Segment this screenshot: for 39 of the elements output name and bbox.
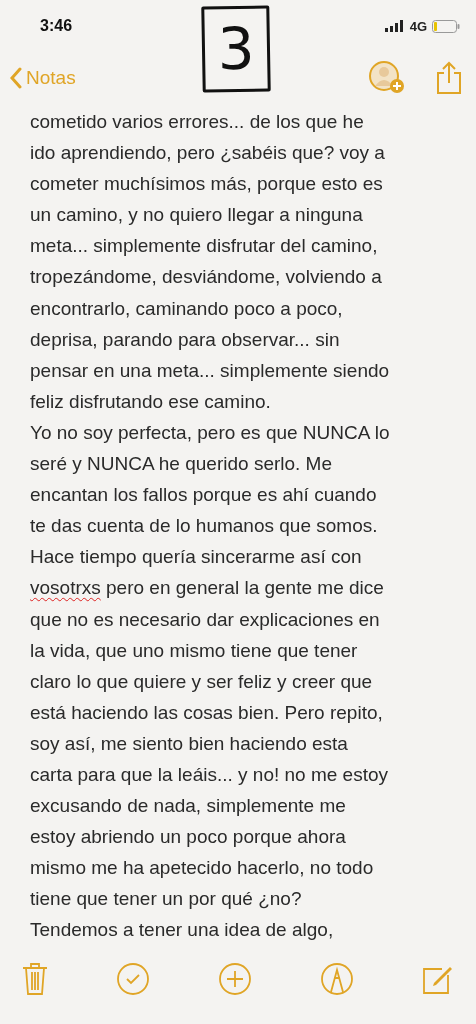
chevron-left-icon (10, 67, 22, 89)
note-text-line: cometer muchísimos más, porque esto es (30, 172, 384, 197)
note-text-line: seré y NUNCA he querido serlo. Me (30, 452, 333, 477)
note-text-line: encantan los fallos porque es ahí cuando (30, 483, 378, 508)
note-text-line: está haciendo las cosas bien. Pero repito, (30, 700, 384, 725)
note-text-line: carta para que la leáis... y no! no me estoy (30, 762, 390, 787)
trash-button[interactable] (22, 962, 48, 996)
note-text-line: deprisa, parando para observar... sin (30, 327, 341, 352)
note-text-line: feliz disfrutando ese camino. (30, 389, 272, 414)
note-text-line: tropezándome, desviándome, volviendo a (30, 265, 383, 290)
note-text-line: ido aprendiendo, pero ¿sabéis que? voy a (30, 141, 386, 166)
signal-icon (384, 20, 405, 32)
note-text-line: te das cuenta de lo humanos que somos. (30, 514, 379, 539)
note-text-line: pensar en una meta... simplemente siendo (30, 358, 391, 383)
note-text-line: un camino, y no quiero llegar a ninguna (30, 203, 364, 228)
note-text-line: que no es necesario dar explicaciones en (30, 607, 381, 632)
share-button[interactable] (436, 61, 462, 95)
note-text-line: excusando de nada, simplemente me (30, 794, 347, 819)
note-text-line: Hace tiempo quería sincerarme así con (30, 545, 363, 570)
note-text-line: mismo me ha apetecido hacerlo, no todo (30, 856, 375, 881)
note-text-line: soy así, me siento bien haciendo esta (30, 731, 349, 756)
note-text-line: Tendemos a tener una idea de algo, (30, 918, 335, 943)
note-text-line: vosotrxs pero en general la gente me dice (30, 576, 385, 601)
note-text-line: cometido varios errores... de los que he (30, 110, 365, 134)
add-button[interactable] (218, 962, 252, 996)
note-text-line: la vida, que uno mismo tiene que tener (30, 638, 359, 663)
note-text-line: encontrarlo, caminando poco a poco, (30, 296, 344, 321)
note-text-line: estoy abriendo un poco porque ahora (30, 825, 347, 850)
markup-button[interactable] (320, 962, 354, 996)
status-time: 3:46 (40, 17, 73, 35)
note-text-line: tiene que tener un por qué ¿no? (30, 887, 303, 912)
note-text-line: claro lo que quiere y ser feliz y creer que (30, 669, 374, 694)
back-link[interactable]: Notas (10, 67, 76, 89)
network-label: 4G (409, 18, 427, 34)
sticker-number: 3 (201, 5, 271, 93)
battery-icon (432, 19, 460, 33)
note-text-line: Yo no soy perfecta, pero es que NUNCA lo (30, 420, 391, 445)
note-text-line: meta... simplemente disfrutar del camino, (30, 234, 379, 259)
checklist-button[interactable] (116, 962, 150, 996)
